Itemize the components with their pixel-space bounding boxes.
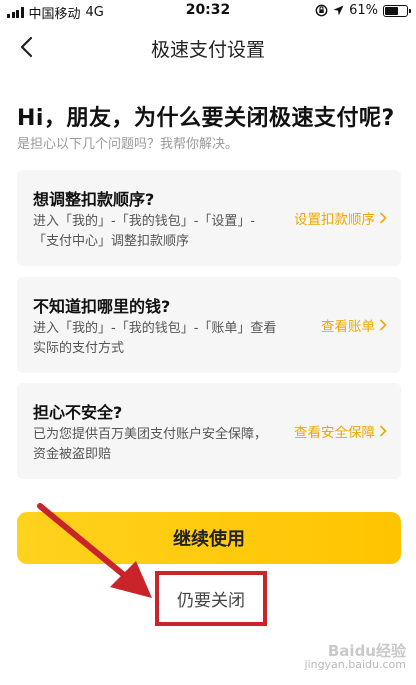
set-payment-order-link[interactable]: 设置扣款顺序: [294, 208, 387, 228]
nav-bar: 极速支付设置: [0, 22, 416, 72]
faq-card-payment-order: 想调整扣款顺序? 进入「我的」-「我的钱包」-「设置」-「支付中心」调整扣款顺序…: [17, 170, 401, 266]
location-arrow-icon: [333, 5, 344, 16]
chevron-right-icon: [379, 319, 387, 331]
battery-icon: [383, 4, 411, 17]
card-title: 担心不安全?: [33, 403, 123, 422]
card-link-label: 查看安全保障: [294, 425, 375, 441]
chevron-right-icon: [379, 212, 387, 224]
question-subtitle: 是担心以下几个问题吗？我帮你解决。: [17, 137, 239, 152]
faq-card-security: 担心不安全? 已为您提供百万美团支付账户安全保障，资金被盗即赔 查看安全保障: [17, 383, 401, 479]
card-description: 进入「我的」-「我的钱包」-「账单」查看实际的支付方式: [33, 321, 277, 356]
orientation-lock-icon: [315, 4, 328, 17]
card-description: 进入「我的」-「我的钱包」-「设置」-「支付中心」调整扣款顺序: [33, 214, 256, 249]
watermark-brand: Baidu经验: [327, 642, 406, 660]
card-link-label: 设置扣款顺序: [294, 212, 375, 228]
close-anyway-button[interactable]: 仍要关闭: [155, 571, 267, 626]
card-link-label: 查看账单: [321, 319, 375, 335]
card-title: 不知道扣哪里的钱?: [33, 297, 171, 316]
status-right: 61%: [315, 3, 411, 18]
status-bar: 中国移动 4G 20:32 61%: [0, 0, 416, 22]
battery-percent: 61%: [349, 3, 378, 18]
faq-card-deduction-source: 不知道扣哪里的钱? 进入「我的」-「我的钱包」-「账单」查看实际的支付方式 查看…: [17, 277, 401, 373]
chevron-right-icon: [379, 425, 387, 437]
view-bill-link[interactable]: 查看账单: [321, 315, 387, 335]
card-title: 想调整扣款顺序?: [33, 190, 155, 209]
view-security-link[interactable]: 查看安全保障: [294, 421, 387, 441]
continue-button[interactable]: 继续使用: [17, 512, 401, 564]
watermark-url: jingyan.baidu.com: [304, 658, 406, 671]
battery-level-fill: [385, 6, 398, 15]
watermark: Baidu经验 jingyan.baidu.com: [304, 642, 406, 672]
question-heading: Hi，朋友，为什么要关闭极速支付呢?: [17, 106, 395, 131]
card-description: 已为您提供百万美团支付账户安全保障，资金被盗即赔: [33, 427, 268, 462]
page-title: 极速支付设置: [150, 39, 265, 61]
